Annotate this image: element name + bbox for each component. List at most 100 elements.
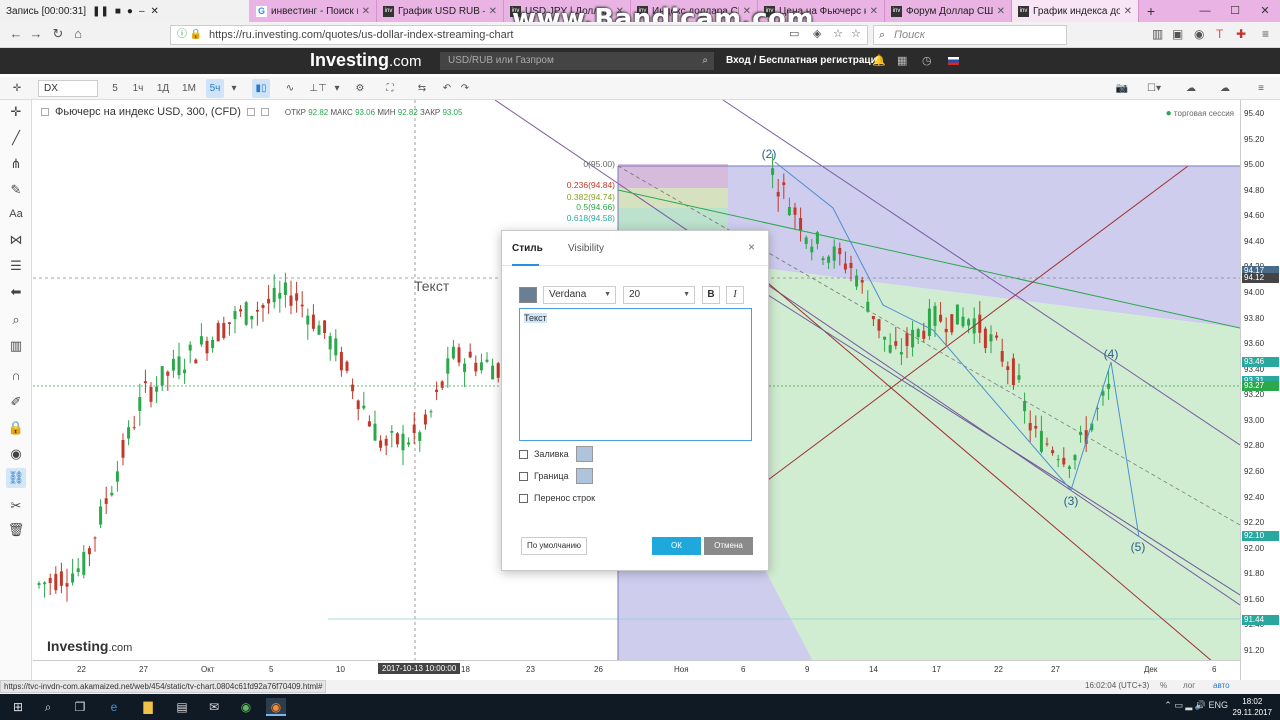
percent-scale-button[interactable]: % <box>1160 681 1167 690</box>
redo-icon[interactable]: ↷ <box>458 79 472 98</box>
cloud-upload-icon[interactable]: ☁ <box>1180 79 1202 98</box>
font-family-select[interactable]: Verdana ▼ <box>543 286 616 304</box>
pocket-icon[interactable]: ◈ <box>813 27 821 40</box>
auto-scale-button[interactable]: авто <box>1213 681 1230 690</box>
taskbar-clock[interactable]: 18:02 29.11.2017 <box>1233 696 1272 718</box>
magnet-icon[interactable]: ∩ <box>6 366 26 386</box>
lock-icon[interactable]: 🔒 <box>6 418 26 438</box>
collapse-icon[interactable] <box>41 108 49 116</box>
link-icon[interactable]: ⛓ <box>6 468 26 488</box>
interval-1h[interactable]: 1ч <box>130 79 146 98</box>
pattern-icon[interactable]: ⋈ <box>6 230 26 250</box>
home-icon[interactable]: ⌂ <box>68 26 88 41</box>
extension-icon[interactable]: ✚ <box>1236 27 1246 41</box>
settings-icon[interactable]: ⚙ <box>350 79 370 98</box>
candle-type-icon[interactable]: ▮▯ <box>252 79 270 98</box>
close-tab-icon[interactable]: ✕ <box>870 6 878 17</box>
menu-icon[interactable]: ≡ <box>1252 79 1270 98</box>
edge-icon[interactable]: e <box>104 698 124 716</box>
library-icon[interactable]: ▥ <box>1152 27 1163 41</box>
app-icon[interactable]: ◉ <box>236 698 256 716</box>
chevron-down-icon[interactable]: ▾ <box>228 79 240 98</box>
indicator-icon[interactable]: ∿ <box>280 79 300 98</box>
reload-icon[interactable]: ↻ <box>48 26 68 42</box>
close-tab-icon[interactable]: ✕ <box>997 6 1005 17</box>
italic-button[interactable]: I <box>726 286 744 304</box>
zoom-icon[interactable]: ⌕ <box>6 310 26 330</box>
sync-icon[interactable]: ▣ <box>1172 27 1183 41</box>
interval-1d[interactable]: 1Д <box>154 79 172 98</box>
close-recorder-icon[interactable]: ✕ <box>151 6 159 17</box>
folder-icon[interactable]: ▇ <box>138 698 158 716</box>
wrap-option[interactable]: Перенос строк <box>519 490 595 506</box>
symbol-input[interactable]: DX <box>38 80 98 97</box>
forward-icon[interactable]: → <box>26 26 46 41</box>
chevron-down-icon[interactable]: ▾ <box>332 79 342 98</box>
fill-color-swatch[interactable] <box>576 446 593 462</box>
system-tray[interactable]: ⌃ ▭ ▂ 🔊 ENG <box>1164 700 1228 711</box>
ok-button[interactable]: ОК <box>652 537 701 555</box>
stop-icon[interactable]: ■ <box>115 6 121 17</box>
layout-icon[interactable]: ☐▾ <box>1142 79 1166 98</box>
store-icon[interactable]: ▤ <box>172 698 192 716</box>
russia-flag-icon[interactable] <box>948 57 959 65</box>
translate-icon[interactable]: T <box>1216 27 1223 41</box>
time-axis[interactable]: 2017-10-13 10:00:00 22 27 Окт 5 10 18 23 26 Ноя 6… <box>33 660 1240 680</box>
search-icon[interactable]: ⌕ <box>38 698 58 716</box>
browser-tab[interactable]: inv Форум Доллар США Ра ✕ <box>885 0 1012 22</box>
template-icon[interactable]: ⇆ <box>412 79 432 98</box>
close-tab-icon[interactable]: ✕ <box>1124 6 1132 17</box>
undo-icon[interactable]: ↶ <box>440 79 454 98</box>
camera-icon[interactable]: ● <box>127 6 133 17</box>
close-icon[interactable]: × <box>748 240 755 254</box>
remove-drawings-icon[interactable]: ✂ <box>6 496 26 516</box>
interval-5[interactable]: 5 <box>108 79 122 98</box>
fib-icon[interactable]: ☰ <box>6 256 26 276</box>
tab-style[interactable]: Стиль <box>512 243 543 254</box>
pitchfork-icon[interactable]: ⋔ <box>6 154 26 174</box>
browser-tab[interactable]: inv График USD RUB – Inves ✕ <box>377 0 504 22</box>
close-tab-icon[interactable]: ✕ <box>489 6 497 17</box>
site-logo[interactable]: Investing.com <box>310 50 422 71</box>
arrow-left-icon[interactable]: ⬅ <box>6 282 26 302</box>
text-input[interactable]: Текст <box>519 308 752 441</box>
minimize-recorder-icon[interactable]: – <box>139 6 145 17</box>
task-view-icon[interactable]: ❐ <box>70 698 90 716</box>
compare-icon[interactable]: ⊥⊤ <box>308 79 328 98</box>
windows-start-icon[interactable]: ⊞ <box>8 698 28 716</box>
screenshot-icon[interactable]: 📷 <box>1112 79 1132 98</box>
url-field[interactable]: ⓘ 🔒 https://ru.investing.com/quotes/us-d… <box>170 25 868 45</box>
addon-icon[interactable]: ◉ <box>1194 27 1204 41</box>
pencil-lock-icon[interactable]: ✐ <box>6 392 26 412</box>
font-size-select[interactable]: 20 ▼ <box>623 286 695 304</box>
eye-icon[interactable]: ◉ <box>6 444 26 464</box>
trendline-icon[interactable]: ╱ <box>6 128 26 148</box>
firefox-icon[interactable]: ◉ <box>266 698 286 716</box>
bookmark-icon[interactable]: ☆ <box>851 27 861 40</box>
brush-icon[interactable]: ✎ <box>6 180 26 200</box>
mail-icon[interactable]: ✉ <box>204 698 224 716</box>
fill-option[interactable]: Заливка <box>519 446 569 462</box>
login-link[interactable]: Вход / Бесплатная регистрация <box>726 55 883 66</box>
site-search-input[interactable]: USD/RUB или Газпром ⌕ <box>440 52 714 70</box>
border-checkbox[interactable] <box>519 471 528 481</box>
crosshair-icon[interactable]: ✛ <box>8 79 26 98</box>
browser-tab[interactable]: inv График индекса доллар ✕ <box>1012 0 1139 22</box>
bold-button[interactable]: B <box>702 286 720 304</box>
fill-checkbox[interactable] <box>519 449 528 459</box>
text-color-swatch[interactable] <box>519 287 537 303</box>
close-tab-icon[interactable]: ✕ <box>362 6 370 17</box>
cursor-icon[interactable]: ✛ <box>6 102 26 122</box>
back-icon[interactable]: ← <box>6 26 26 41</box>
browser-tab[interactable]: Gинвестинг - Поиск в Go ✕ <box>250 0 377 22</box>
interval-5h[interactable]: 5ч <box>206 79 224 98</box>
minimize-icon[interactable]: — <box>1190 0 1220 22</box>
interval-1m[interactable]: 1М <box>180 79 198 98</box>
bell-icon[interactable]: 🔔 <box>872 54 886 67</box>
fullscreen-icon[interactable]: ⛶ <box>380 79 400 98</box>
chart-text-annotation[interactable]: Текст <box>414 278 449 294</box>
browser-search-input[interactable]: ⌕ Поиск <box>873 25 1067 45</box>
tab-visibility[interactable]: Visibility <box>568 243 604 254</box>
portfolio-icon[interactable]: ▦ <box>897 54 907 67</box>
star-icon[interactable]: ☆ <box>833 27 843 40</box>
